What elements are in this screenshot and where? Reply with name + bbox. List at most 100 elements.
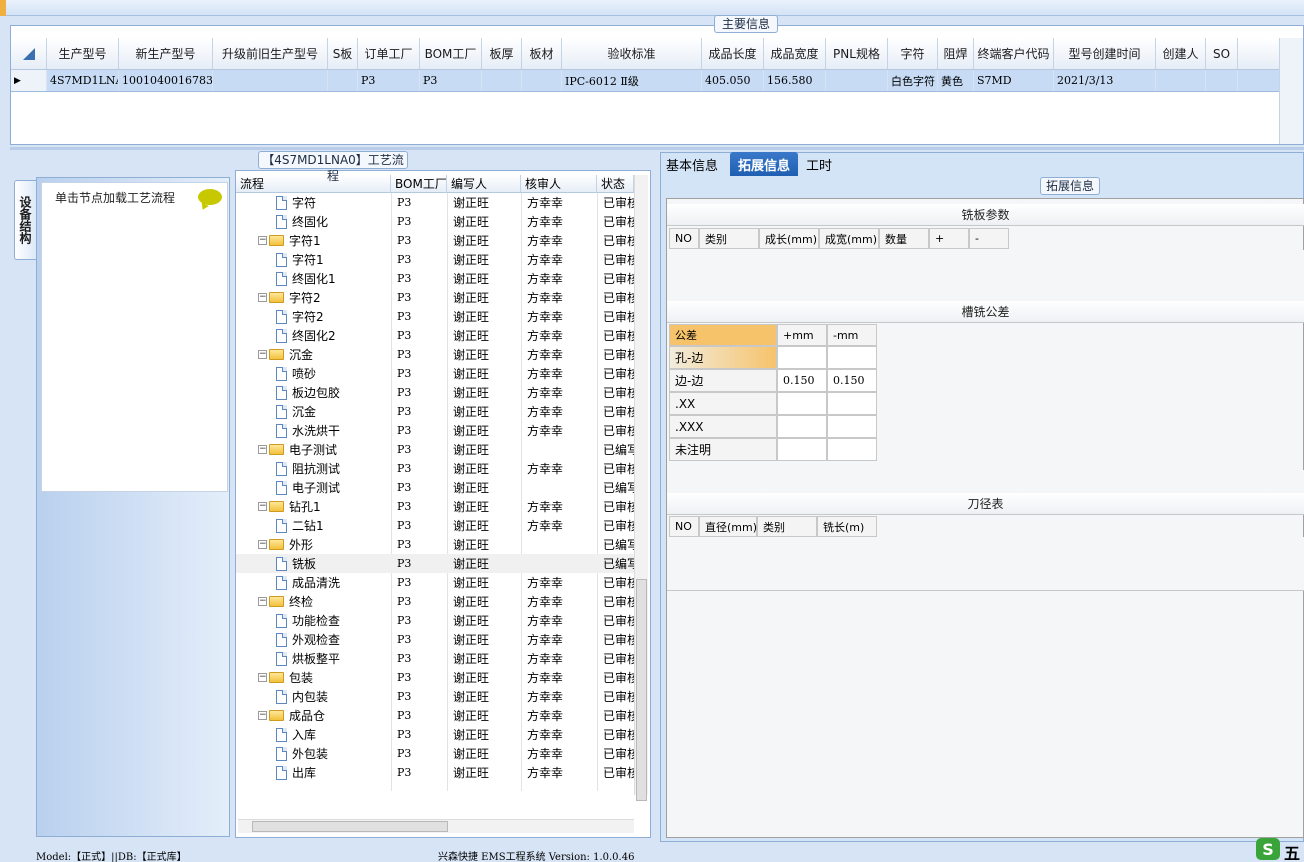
table-row[interactable]: ▶4S7MD1LNA010010400167830 P3P3 IPC-6012 Ⅱ级… [11, 70, 1279, 92]
tree-row[interactable]: − 字符1 P3 谢正旺 方幸幸 已审核 [236, 231, 634, 250]
grid-column-header[interactable]: 生产型号 [47, 38, 119, 69]
tree-row[interactable]: − 外形 P3 谢正旺 已编写 [236, 535, 634, 554]
mill-column-header[interactable]: 成长(mm) [759, 228, 819, 249]
tree-row[interactable]: 字符 P3 谢正旺 方幸幸 已审核 [236, 193, 634, 212]
collapse-icon[interactable]: − [258, 445, 267, 454]
tree-column-header[interactable]: 核审人 [521, 175, 597, 192]
tree-row[interactable]: 终固化 P3 谢正旺 方幸幸 已审核 [236, 212, 634, 231]
grid-cell[interactable]: 白色字符 [888, 70, 938, 91]
tree-row[interactable]: 字符1 P3 谢正旺 方幸幸 已审核 [236, 250, 634, 269]
tolerance-cell[interactable] [777, 392, 827, 415]
grid-cell[interactable] [522, 70, 562, 91]
tab-extended-info[interactable]: 拓展信息 [730, 152, 798, 176]
mill-column-header[interactable]: 类别 [699, 228, 759, 249]
tree-row[interactable]: − 钻孔1 P3 谢正旺 方幸幸 已审核 [236, 497, 634, 516]
grid-cell[interactable]: P3 [420, 70, 482, 91]
tree-row[interactable]: 水洗烘干 P3 谢正旺 方幸幸 已审核 [236, 421, 634, 440]
tree-row[interactable]: 终固化1 P3 谢正旺 方幸幸 已审核 [236, 269, 634, 288]
tolerance-cell[interactable] [827, 415, 877, 438]
grid-cell[interactable]: 2021/3/13 [1054, 70, 1156, 91]
grid-cell[interactable] [826, 70, 888, 91]
tolerance-cell[interactable] [777, 346, 827, 369]
tree-row[interactable]: 外包装 P3 谢正旺 方幸幸 已审核 [236, 744, 634, 763]
tree-column-header[interactable]: 状态 [597, 175, 634, 192]
grid-column-header[interactable]: 型号创建时间 [1054, 38, 1156, 69]
scroll-thumb[interactable] [252, 821, 448, 832]
tree-row[interactable]: 功能检查 P3 谢正旺 方幸幸 已审核 [236, 611, 634, 630]
tree-horizontal-scrollbar[interactable] [238, 819, 634, 833]
tree-row[interactable]: 烘板整平 P3 谢正旺 方幸幸 已审核 [236, 649, 634, 668]
collapse-icon[interactable]: − [258, 236, 267, 245]
grid-scrollbar[interactable] [1279, 38, 1303, 144]
horizontal-splitter[interactable] [10, 147, 1304, 150]
node-panel[interactable] [41, 182, 228, 492]
grid-cell[interactable]: 156.580 [764, 70, 826, 91]
tree-column-header[interactable]: 编写人 [447, 175, 521, 192]
collapse-icon[interactable]: − [258, 673, 267, 682]
grid-column-header[interactable]: SO [1206, 38, 1238, 69]
mill-column-header[interactable]: + [929, 228, 969, 249]
tree-row[interactable]: 终固化2 P3 谢正旺 方幸幸 已审核 [236, 326, 634, 345]
collapse-icon[interactable]: − [258, 597, 267, 606]
grid-cell[interactable] [1156, 70, 1206, 91]
tool-column-header[interactable]: 铣长(m) [817, 516, 877, 537]
grid-column-header[interactable]: 阻焊 [938, 38, 974, 69]
tree-column-header[interactable]: BOM工厂 [391, 175, 447, 192]
tree-row[interactable]: − 成品仓 P3 谢正旺 方幸幸 已审核 [236, 706, 634, 725]
tolerance-cell[interactable]: 0.150 [827, 369, 877, 392]
grid-column-header[interactable]: 订单工厂 [358, 38, 420, 69]
tool-column-header[interactable]: 直径(mm) [699, 516, 757, 537]
grid-cell[interactable]: 10010400167830 [119, 70, 213, 91]
tolerance-cell[interactable] [827, 346, 877, 369]
grid-column-header[interactable]: 新生产型号 [119, 38, 213, 69]
grid-column-header[interactable]: 终端客户代码 [974, 38, 1054, 69]
tool-column-header[interactable]: NO [669, 516, 699, 537]
grid-column-header[interactable]: PNL规格 [826, 38, 888, 69]
mill-column-header[interactable]: 成宽(mm) [819, 228, 879, 249]
grid-column-header[interactable]: 验收标准 [562, 38, 702, 69]
tree-row[interactable]: − 沉金 P3 谢正旺 方幸幸 已审核 [236, 345, 634, 364]
side-tab-equipment[interactable]: 设备结构 [14, 180, 36, 260]
collapse-icon[interactable]: − [258, 540, 267, 549]
tree-row[interactable]: 入库 P3 谢正旺 方幸幸 已审核 [236, 725, 634, 744]
tree-row[interactable]: − 字符2 P3 谢正旺 方幸幸 已审核 [236, 288, 634, 307]
tree-row[interactable]: 阻抗测试 P3 谢正旺 方幸幸 已审核 [236, 459, 634, 478]
grid-corner[interactable] [11, 38, 47, 69]
grid-cell[interactable]: S7MD [974, 70, 1054, 91]
grid-cell[interactable] [482, 70, 522, 91]
tolerance-cell[interactable] [827, 392, 877, 415]
tool-column-header[interactable]: 类别 [757, 516, 817, 537]
grid-cell[interactable] [213, 70, 328, 91]
grid-column-header[interactable]: 成品宽度 [764, 38, 826, 69]
collapse-icon[interactable]: − [258, 350, 267, 359]
grid-cell[interactable]: 405.050 [702, 70, 764, 91]
tab-work-hours[interactable]: 工时 [804, 152, 834, 176]
tree-column-header[interactable]: 流程 [236, 175, 391, 192]
tolerance-cell[interactable]: 0.150 [777, 369, 827, 392]
tree-row[interactable]: 内包装 P3 谢正旺 方幸幸 已审核 [236, 687, 634, 706]
grid-column-header[interactable]: 创建人 [1156, 38, 1206, 69]
mill-column-header[interactable]: 数量 [879, 228, 929, 249]
tree-row[interactable]: 板边包胶 P3 谢正旺 方幸幸 已审核 [236, 383, 634, 402]
grid-cell[interactable]: 黄色 [938, 70, 974, 91]
mill-column-header[interactable]: NO [669, 228, 699, 249]
tolerance-cell[interactable] [827, 438, 877, 461]
tree-row[interactable]: 沉金 P3 谢正旺 方幸幸 已审核 [236, 402, 634, 421]
tree-row[interactable]: 电子测试 P3 谢正旺 已编写 [236, 478, 634, 497]
mill-column-header[interactable]: - [969, 228, 1009, 249]
tree-row[interactable]: 成品清洗 P3 谢正旺 方幸幸 已审核 [236, 573, 634, 592]
grid-column-header[interactable]: 板材 [522, 38, 562, 69]
grid-column-header[interactable]: S板 [328, 38, 358, 69]
tree-vertical-scrollbar[interactable] [634, 175, 648, 801]
tree-row[interactable]: 铣板 P3 谢正旺 已编写 [236, 554, 634, 573]
tree-row[interactable]: − 终检 P3 谢正旺 方幸幸 已审核 [236, 592, 634, 611]
grid-cell[interactable] [1206, 70, 1238, 91]
tolerance-cell[interactable] [777, 438, 827, 461]
tolerance-cell[interactable] [777, 415, 827, 438]
grid-cell[interactable]: P3 [358, 70, 420, 91]
tree-row[interactable]: − 电子测试 P3 谢正旺 已编写 [236, 440, 634, 459]
grid-column-header[interactable]: BOM工厂 [420, 38, 482, 69]
grid-column-header[interactable]: 成品长度 [702, 38, 764, 69]
tree-row[interactable]: − 包装 P3 谢正旺 方幸幸 已审核 [236, 668, 634, 687]
collapse-icon[interactable]: − [258, 293, 267, 302]
